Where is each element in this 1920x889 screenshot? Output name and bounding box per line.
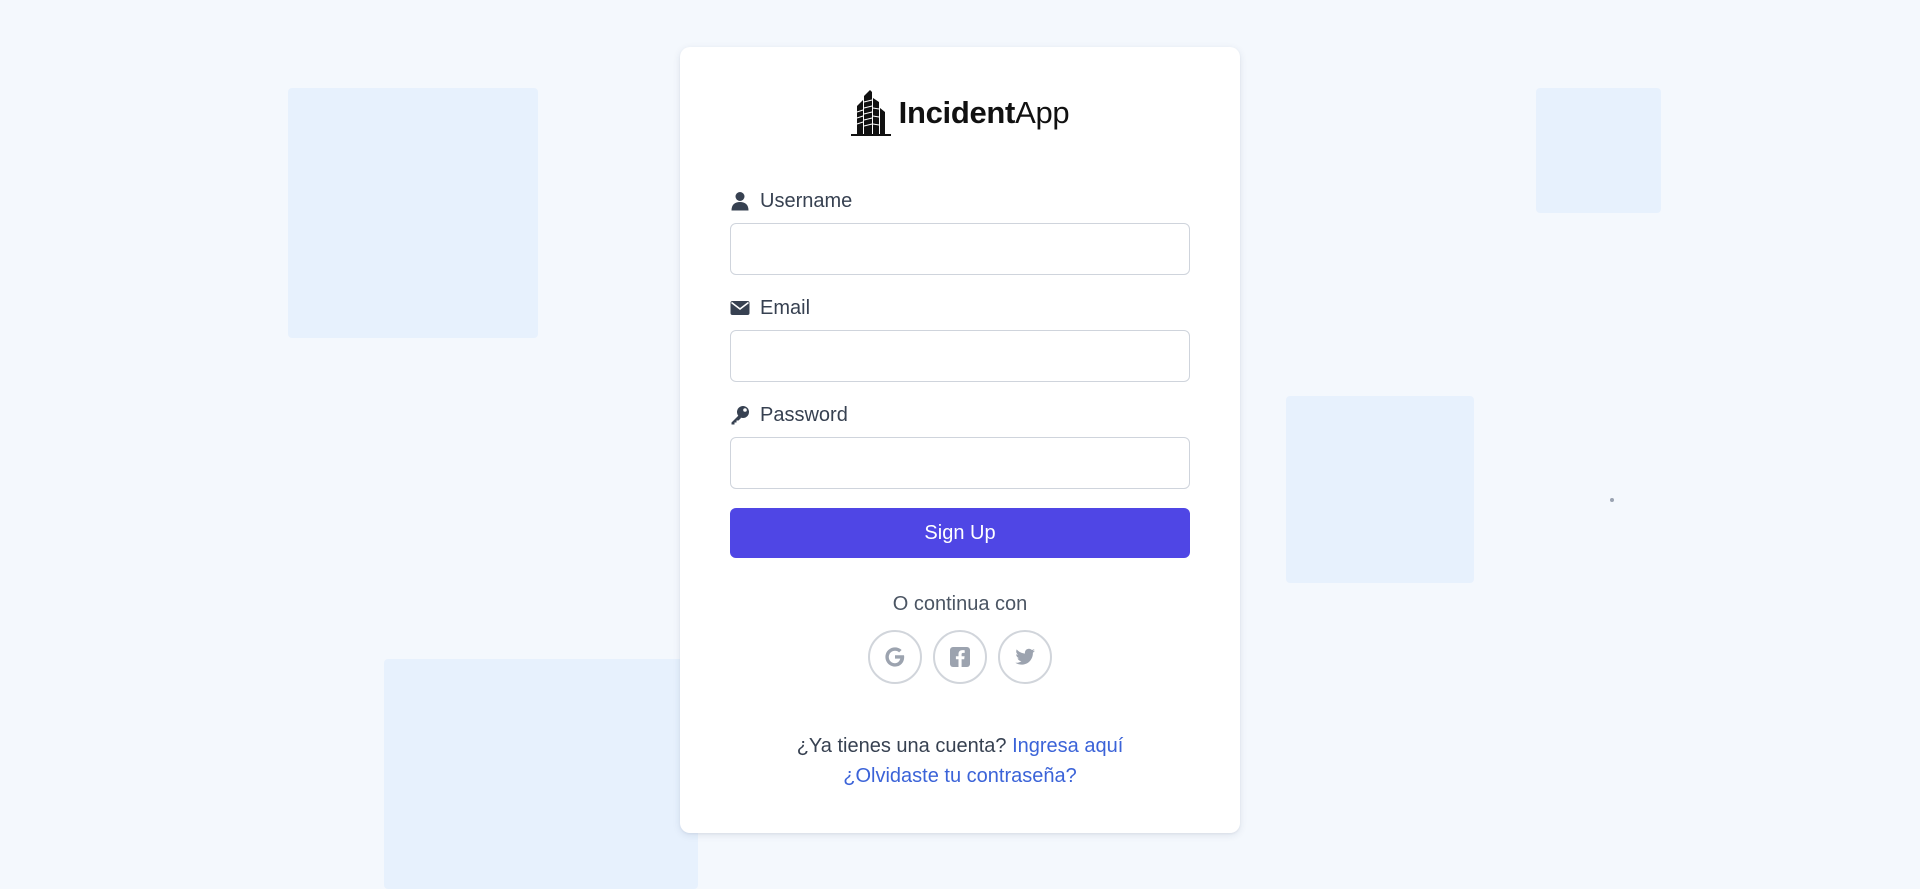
twitter-login-button[interactable] [998, 630, 1052, 684]
background-dot [1610, 498, 1614, 502]
signup-card: IncidentApp Username Email Password Sign [680, 47, 1240, 833]
twitter-icon [1015, 648, 1035, 665]
brand-name-bold: Incident [898, 95, 1016, 130]
email-input[interactable] [730, 330, 1190, 382]
background-square [1286, 396, 1474, 583]
google-icon [885, 647, 905, 667]
facebook-icon [950, 647, 970, 667]
sign-up-button[interactable]: Sign Up [730, 508, 1190, 558]
user-icon [730, 191, 750, 211]
email-label: Email [730, 296, 1190, 320]
login-prompt: ¿Ya tienes una cuenta? Ingresa aquí [680, 735, 1240, 758]
username-field-group: Username [730, 189, 1190, 275]
password-label-text: Password [760, 403, 848, 426]
social-login-group [680, 630, 1240, 684]
brand-name: IncidentApp [899, 95, 1070, 131]
building-icon [850, 90, 891, 136]
forgot-password-row: ¿Olvidaste tu contraseña? [680, 765, 1240, 788]
brand-name-regular: App [1015, 95, 1070, 130]
background-square [384, 659, 698, 889]
forgot-password-link[interactable]: ¿Olvidaste tu contraseña? [843, 765, 1076, 787]
social-divider-text: O continua con [892, 593, 1028, 615]
login-prompt-text: ¿Ya tienes una cuenta? [796, 735, 1007, 757]
username-label: Username [730, 189, 1190, 213]
background-square [288, 88, 538, 338]
brand-logo: IncidentApp [680, 85, 1240, 141]
key-icon [730, 405, 750, 425]
email-label-text: Email [760, 296, 811, 319]
background-square [1536, 88, 1661, 213]
facebook-login-button[interactable] [933, 630, 987, 684]
email-field-group: Email [730, 296, 1190, 382]
username-label-text: Username [760, 189, 853, 212]
envelope-icon [730, 298, 750, 318]
username-input[interactable] [730, 223, 1190, 275]
password-input[interactable] [730, 437, 1190, 489]
password-field-group: Password [730, 403, 1190, 489]
login-link[interactable]: Ingresa aquí [1012, 735, 1123, 757]
password-label: Password [730, 403, 1190, 427]
google-login-button[interactable] [868, 630, 922, 684]
